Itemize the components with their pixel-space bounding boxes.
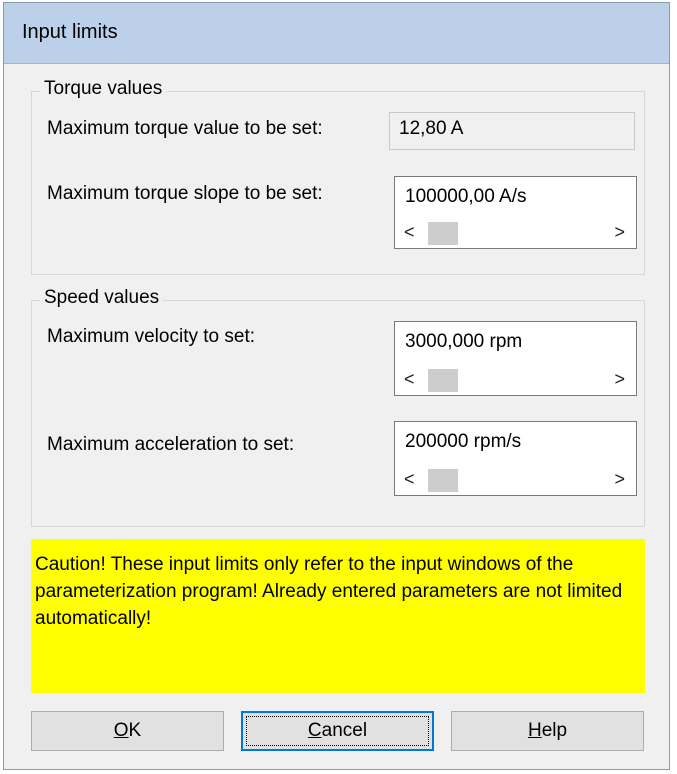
title-bar[interactable]: Input limits bbox=[4, 3, 669, 64]
scroll-right-arrow-icon[interactable]: > bbox=[614, 469, 625, 490]
max-torque-value-label: Maximum torque value to be set: bbox=[47, 118, 323, 139]
focus-rectangle bbox=[246, 716, 429, 746]
scroll-left-arrow-icon[interactable]: < bbox=[404, 469, 415, 490]
max-velocity-label: Maximum velocity to set: bbox=[47, 326, 255, 347]
max-acceleration-input[interactable]: 200000 rpm/s < > bbox=[394, 421, 637, 496]
max-torque-slope-input[interactable]: 100000,00 A/s < > bbox=[394, 176, 637, 249]
torque-slope-scrollbar[interactable]: < > bbox=[396, 220, 635, 247]
max-torque-value-field: 12,80 A bbox=[389, 112, 635, 150]
scroll-left-arrow-icon[interactable]: < bbox=[404, 369, 415, 390]
help-button[interactable]: Help bbox=[451, 711, 644, 751]
caution-message: Caution! These input limits only refer t… bbox=[31, 539, 645, 693]
help-label-rest: elp bbox=[541, 720, 568, 741]
cancel-button[interactable]: Cancel bbox=[241, 711, 434, 751]
max-velocity-value: 3000,000 rpm bbox=[405, 331, 523, 352]
dialog-title: Input limits bbox=[22, 21, 118, 43]
scroll-thumb[interactable] bbox=[428, 222, 458, 245]
scroll-thumb[interactable] bbox=[428, 469, 458, 492]
max-acceleration-value: 200000 rpm/s bbox=[405, 431, 522, 452]
input-limits-dialog: Input limits Torque values Maximum torqu… bbox=[3, 2, 670, 770]
scroll-thumb[interactable] bbox=[428, 369, 458, 392]
scroll-right-arrow-icon[interactable]: > bbox=[614, 222, 625, 243]
ok-label-rest: K bbox=[128, 720, 142, 741]
max-acceleration-label: Maximum acceleration to set: bbox=[47, 434, 295, 455]
velocity-scrollbar[interactable]: < > bbox=[396, 367, 635, 394]
torque-group-label: Torque values bbox=[40, 78, 167, 100]
scroll-left-arrow-icon[interactable]: < bbox=[404, 222, 415, 243]
max-velocity-input[interactable]: 3000,000 rpm < > bbox=[394, 321, 637, 396]
help-mnemonic: H bbox=[527, 720, 542, 741]
max-torque-slope-label: Maximum torque slope to be set: bbox=[47, 183, 323, 204]
max-torque-slope-value: 100000,00 A/s bbox=[405, 186, 527, 207]
acceleration-scrollbar[interactable]: < > bbox=[396, 467, 635, 494]
ok-mnemonic: O bbox=[113, 720, 129, 741]
speed-group-label: Speed values bbox=[40, 287, 164, 309]
ok-button[interactable]: OK bbox=[31, 711, 224, 751]
scroll-right-arrow-icon[interactable]: > bbox=[614, 369, 625, 390]
